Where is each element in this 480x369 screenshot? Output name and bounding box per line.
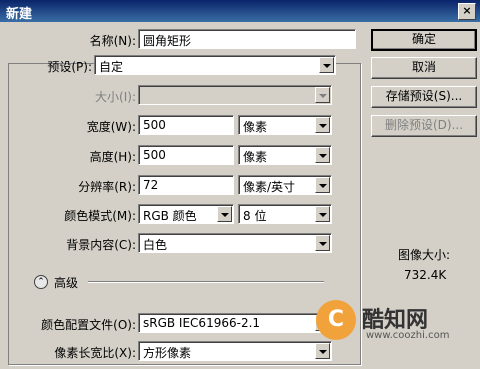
chevron-down-icon[interactable]: [315, 343, 330, 359]
name-label: 名称(N):: [89, 34, 136, 48]
title-bar: 新建 ×: [0, 0, 480, 22]
color-mode-label: 颜色模式(M):: [64, 209, 136, 223]
width-unit-value: 像素: [243, 120, 268, 134]
size-label: 大小(I):: [95, 90, 136, 104]
preset-label: 预设(P):: [47, 60, 92, 74]
pixel-aspect-label: 像素长宽比(X):: [54, 346, 136, 360]
preset-dropdown[interactable]: 自定: [94, 55, 336, 75]
advanced-label: 高级: [54, 276, 79, 290]
window-title: 新建: [6, 7, 33, 22]
chevron-down-icon: [315, 87, 330, 103]
resolution-input[interactable]: 72: [138, 175, 234, 195]
watermark-url: www.coozhi.com: [366, 330, 450, 341]
color-profile-value: sRGB IEC61966-2.1: [143, 316, 261, 330]
chevron-down-icon[interactable]: [315, 147, 330, 163]
color-mode-value: RGB 颜色: [143, 209, 197, 223]
bit-depth-dropdown[interactable]: 8 位: [238, 204, 332, 224]
background-value: 白色: [143, 238, 168, 252]
width-label: 宽度(W):: [86, 120, 136, 134]
advanced-separator: [88, 281, 324, 283]
chevron-down-icon[interactable]: [315, 117, 330, 133]
delete-preset-button: 删除预设(D)...: [371, 115, 477, 137]
height-unit-dropdown[interactable]: 像素: [238, 145, 332, 165]
background-dropdown[interactable]: 白色: [138, 233, 332, 253]
color-profile-dropdown[interactable]: sRGB IEC61966-2.1: [138, 313, 332, 333]
height-unit-value: 像素: [243, 150, 268, 164]
resolution-label: 分辨率(R):: [78, 180, 136, 194]
image-size-label: 图像大小:: [398, 248, 451, 262]
width-input[interactable]: 500: [138, 115, 234, 135]
watermark-logo-icon: C: [316, 300, 356, 340]
ok-button[interactable]: 确定: [371, 29, 477, 51]
advanced-toggle-icon[interactable]: ⌃: [34, 275, 48, 289]
preset-value: 自定: [99, 60, 124, 74]
resolution-unit-dropdown[interactable]: 像素/英寸: [238, 175, 332, 195]
resolution-unit-value: 像素/英寸: [243, 180, 296, 194]
pixel-aspect-value: 方形像素: [143, 346, 192, 360]
close-button[interactable]: ×: [458, 3, 476, 20]
save-preset-button[interactable]: 存储预设(S)...: [371, 86, 477, 108]
chevron-down-icon[interactable]: [319, 57, 334, 73]
chevron-down-icon[interactable]: [315, 177, 330, 193]
chevron-down-icon[interactable]: [315, 206, 330, 222]
pixel-aspect-dropdown[interactable]: 方形像素: [138, 341, 332, 361]
height-input[interactable]: 500: [138, 145, 234, 165]
color-mode-dropdown[interactable]: RGB 颜色: [138, 204, 234, 224]
bit-depth-value: 8 位: [243, 209, 267, 223]
chevron-down-icon[interactable]: [315, 235, 330, 251]
image-size-value: 732.4K: [404, 268, 447, 282]
color-profile-label: 颜色配置文件(O):: [41, 318, 136, 332]
chevron-down-icon[interactable]: [217, 206, 232, 222]
background-label: 背景内容(C):: [66, 238, 136, 252]
cancel-button[interactable]: 取消: [371, 57, 477, 79]
name-input[interactable]: 圆角矩形: [138, 29, 356, 49]
size-dropdown: [138, 85, 332, 105]
width-unit-dropdown[interactable]: 像素: [238, 115, 332, 135]
height-label: 高度(H):: [89, 150, 136, 164]
